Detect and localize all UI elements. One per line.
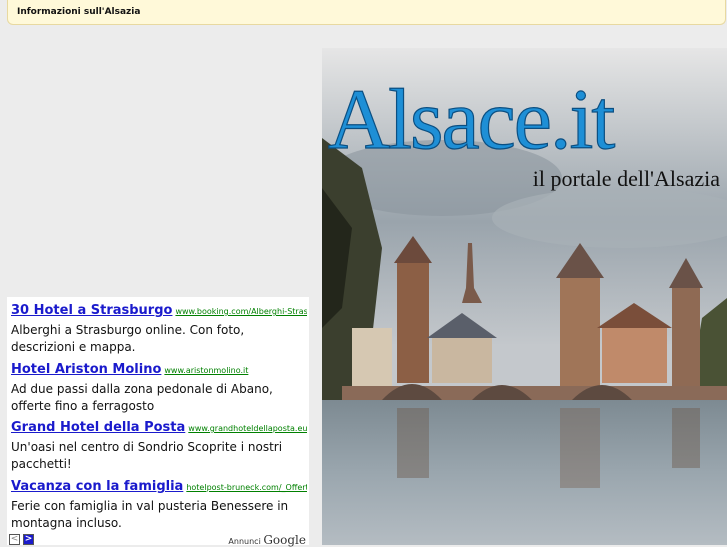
ad-item: Hotel Ariston Molino www.aristonmolino.it… (11, 360, 307, 415)
ad-url-link[interactable]: www.aristonmolino.it (164, 366, 248, 375)
banner-image: Alsace.it il portale dell'Alsazia (322, 48, 727, 545)
ad-description: Ad due passi dalla zona pedonale di Aban… (11, 382, 273, 413)
ad-title-link[interactable]: 30 Hotel a Strasburgo (11, 303, 172, 318)
ad-url-link[interactable]: hotelpost-bruneck.com/_Offerte (186, 483, 307, 492)
ad-item: 30 Hotel a Strasburgo www.booking.com/Alb… (11, 301, 307, 356)
ad-item: Grand Hotel della Posta www.grandhoteldel… (11, 418, 307, 473)
site-tagline: il portale dell'Alsazia (533, 166, 720, 191)
ad-description: Un'oasi nel centro di Sondrio Scoprite i… (11, 440, 283, 471)
ad-title-link[interactable]: Vacanza con la famiglia (11, 479, 183, 494)
page-title: Informazioni sull'Alsazia (17, 7, 141, 17)
ad-url-link[interactable]: www.grandhoteldellaposta.eu (188, 424, 307, 433)
ad-title-link[interactable]: Grand Hotel della Posta (11, 420, 185, 435)
next-ad-button[interactable]: > (23, 534, 34, 545)
ad-description: Alberghi a Strasburgo online. Con foto, … (11, 323, 245, 354)
ad-url-link[interactable]: www.booking.com/Alberghi-Strasburgo (175, 307, 307, 316)
prev-ad-button[interactable]: < (9, 534, 20, 545)
ad-footer: < > Annunci Google (9, 533, 307, 547)
ad-description: Ferie con famiglia in val pusteria Benes… (11, 499, 289, 530)
header-bar: Informazioni sull'Alsazia (7, 0, 726, 25)
ad-title-link[interactable]: Hotel Ariston Molino (11, 362, 161, 377)
site-logo: Alsace.it (328, 71, 615, 167)
ad-item: Vacanza con la famiglia hotelpost-bruneck… (11, 477, 307, 532)
ad-block: 30 Hotel a Strasburgo www.booking.com/Alb… (7, 297, 309, 547)
